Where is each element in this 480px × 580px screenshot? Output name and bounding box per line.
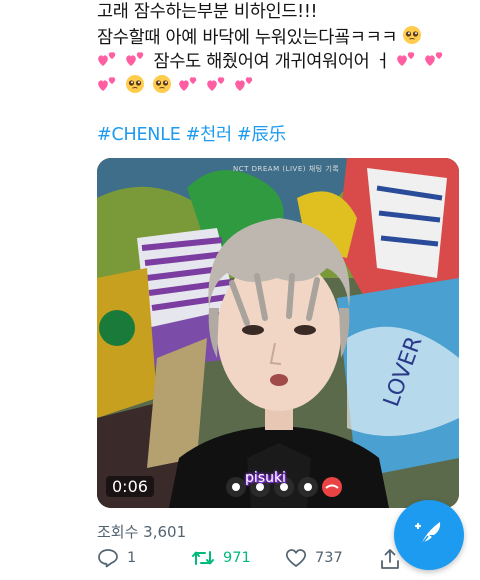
retweet-button[interactable]: 971	[191, 548, 251, 568]
hashtag-cheonreo[interactable]: #천러	[186, 125, 232, 145]
two-hearts-emoji	[396, 49, 418, 69]
video-player[interactable]: LOVER NCT DREAM (LIVE) 채팅 기록 0:06 pisuki	[97, 158, 459, 508]
view-count: 조회수 3,601	[97, 523, 187, 541]
tweet-line-1-text: 고래 잠수하는부분 비하인드!!!	[97, 2, 318, 22]
tweet-line-3-text: 잠수도 해줬어여 개귀여워어어 ㅓ	[153, 52, 391, 72]
tweet-text: 고래 잠수하는부분 비하인드!!! 잠수할때 아예 바닥에 누워있는다굨ㅋㅋㅋ …	[97, 0, 472, 98]
live-label: NCT DREAM (LIVE) 채팅 기록	[233, 165, 340, 173]
hashtag-chenle-chinese[interactable]: #辰乐	[237, 125, 286, 145]
tweet-line-2: 잠수할때 아예 바닥에 누워있는다굨ㅋㅋㅋ	[97, 25, 472, 50]
like-icon	[285, 548, 307, 568]
two-hearts-emoji	[206, 74, 228, 94]
tweet-line-2-text: 잠수할때 아예 바닥에 누워있는다굨ㅋㅋㅋ	[97, 27, 398, 48]
video-overlay-caption: pisuki	[245, 470, 286, 486]
two-hearts-emoji	[97, 74, 119, 94]
pleading-face-emoji	[152, 74, 172, 94]
video-frame: LOVER	[97, 158, 459, 508]
reply-button[interactable]: 1	[97, 548, 136, 568]
two-hearts-emoji	[424, 49, 446, 69]
like-count: 737	[315, 550, 343, 566]
tweet-line-3: 잠수도 해줬어여 개귀여워어어 ㅓ	[97, 49, 472, 74]
pleading-face-emoji	[125, 74, 145, 94]
retweet-count: 971	[223, 550, 251, 566]
retweet-icon	[191, 548, 215, 568]
reply-icon	[97, 548, 119, 568]
video-duration-badge: 0:06	[106, 476, 154, 497]
tweet-line-1: 고래 잠수하는부분 비하인드!!!	[97, 0, 472, 25]
two-hearts-emoji	[234, 74, 256, 94]
two-hearts-emoji	[97, 49, 119, 69]
like-button[interactable]: 737	[285, 548, 343, 568]
reply-count: 1	[127, 550, 137, 566]
compose-feather-icon	[412, 516, 446, 554]
compose-tweet-button[interactable]	[394, 500, 464, 570]
hashtag-chenle[interactable]: #CHENLE	[97, 125, 181, 145]
hashtags: #CHENLE #천러 #辰乐	[97, 121, 291, 146]
tweet-line-4	[97, 74, 472, 99]
two-hearts-emoji	[125, 49, 147, 69]
two-hearts-emoji	[178, 74, 200, 94]
pleading-face-emoji	[402, 25, 422, 45]
